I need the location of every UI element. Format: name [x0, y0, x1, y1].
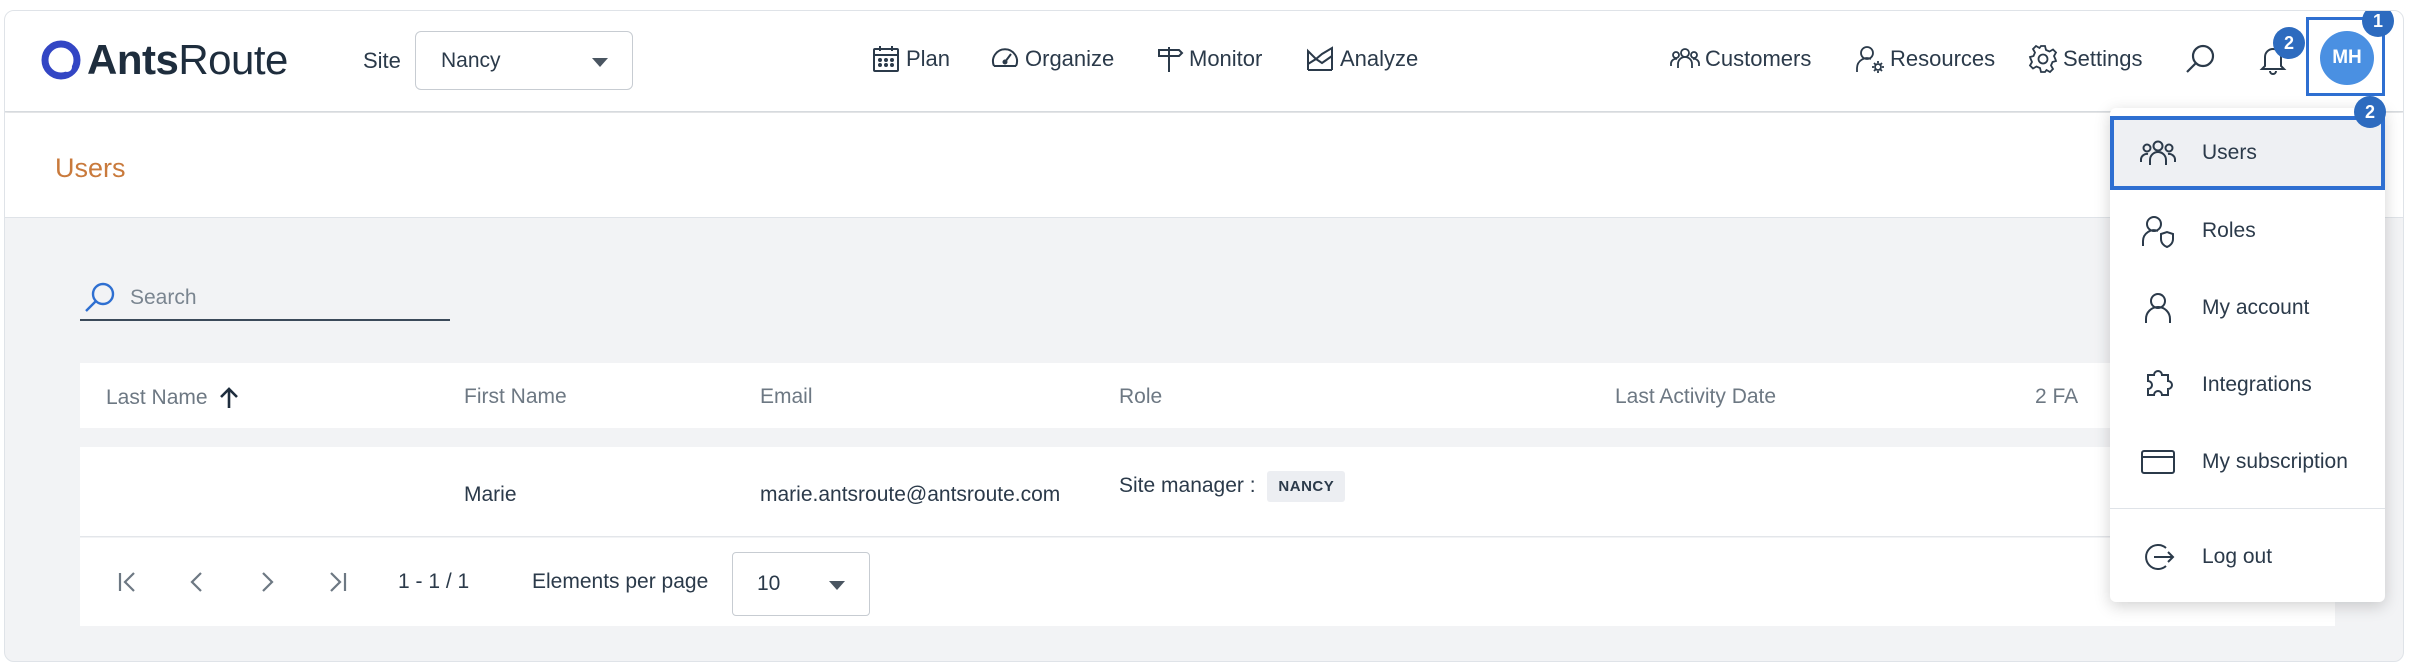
chart-icon [1307, 46, 1333, 71]
users-icon [2140, 140, 2176, 165]
site-selected-value: Nancy [441, 48, 501, 72]
menu-item-my-account-label: My account [2202, 296, 2310, 319]
cell-first-name: Marie [464, 483, 517, 506]
column-role[interactable]: Role [1119, 385, 1162, 409]
site-label: Site [363, 48, 401, 73]
page-title: Users [55, 153, 126, 183]
nav-plan-label: Plan [906, 46, 951, 71]
account-icon [2145, 293, 2171, 323]
menu-item-roles[interactable]: Roles [2110, 194, 2385, 268]
menu-item-integrations[interactable]: Integrations [2110, 348, 2385, 422]
antsroute-logo[interactable]: AntsRoute [41, 35, 288, 85]
nav-customers-label: Customers [1705, 46, 1812, 71]
signpost-icon [1158, 47, 1184, 72]
arrow-up-icon [219, 387, 238, 408]
subscription-icon [2141, 450, 2175, 474]
gauge-icon [992, 48, 1018, 67]
notification-count-badge: 2 [2273, 27, 2305, 59]
chevron-down-icon [829, 581, 845, 590]
search-input[interactable] [130, 286, 430, 310]
cell-role: Site manager : NANCY [1119, 471, 1346, 502]
menu-divider [2110, 508, 2385, 509]
previous-page-button[interactable] [179, 564, 215, 600]
nav-monitor[interactable]: Monitor [1154, 41, 1262, 77]
integrations-icon [2147, 370, 2173, 396]
site-select[interactable]: Nancy [415, 31, 633, 90]
roles-icon [2142, 216, 2174, 249]
role-site-chip: NANCY [1267, 471, 1346, 502]
table-header: Last Name First Name Email Role Last Act… [80, 363, 2335, 428]
menu-item-users[interactable]: Users [2110, 116, 2385, 190]
table-row[interactable]: Marie marie.antsroute@antsroute.com Site… [80, 447, 2335, 537]
user-menu: Users Roles My account Integrations My s… [2110, 108, 2385, 602]
logout-icon [2145, 544, 2175, 570]
calendar-icon [873, 46, 899, 72]
search-button[interactable] [2183, 41, 2219, 77]
per-page-label: Elements per page [532, 570, 709, 593]
per-page-select[interactable]: 10 [732, 552, 870, 616]
users-search[interactable] [80, 277, 450, 321]
customers-icon [1670, 48, 1700, 68]
column-last-activity[interactable]: Last Activity Date [1615, 385, 1776, 409]
pagination: 1 - 1 / 1 Elements per page 10 [80, 538, 2335, 626]
per-page-value: 10 [757, 572, 781, 595]
app-frame: AntsRoute Site Nancy Plan Organize Monit… [4, 10, 2404, 662]
chevron-right-icon [262, 572, 274, 592]
nav-organize-label: Organize [1025, 46, 1115, 71]
menu-item-my-subscription[interactable]: My subscription [2110, 425, 2385, 499]
search-icon [2186, 44, 2215, 73]
nav-analyze[interactable]: Analyze [1305, 41, 1418, 77]
chevron-left-icon [190, 572, 202, 592]
column-email[interactable]: Email [760, 385, 813, 409]
page-header: Users [5, 113, 2403, 218]
column-2fa[interactable]: 2 FA [2035, 385, 2078, 409]
first-page-button[interactable] [110, 564, 146, 600]
gear-icon [2028, 44, 2058, 74]
nav-plan[interactable]: Plan [871, 41, 950, 77]
nav-settings-label: Settings [2063, 46, 2143, 71]
nav-resources[interactable]: Resources [1855, 41, 1995, 77]
search-icon [85, 282, 115, 312]
logo-text: AntsRoute [87, 36, 288, 83]
role-name: Site manager : [1119, 474, 1256, 498]
step-marker-avatar: 1 [2362, 11, 2394, 37]
menu-item-my-subscription-label: My subscription [2202, 450, 2348, 473]
nav-monitor-label: Monitor [1189, 46, 1263, 71]
menu-item-roles-label: Roles [2202, 219, 2256, 242]
last-page-button[interactable] [319, 564, 355, 600]
next-page-button[interactable] [249, 564, 285, 600]
resources-icon [1856, 46, 1884, 73]
chevron-down-icon [592, 58, 608, 67]
menu-item-my-account[interactable]: My account [2110, 271, 2385, 345]
logo-mark-icon [41, 40, 81, 80]
column-first-name[interactable]: First Name [464, 385, 567, 409]
top-bar: AntsRoute Site Nancy Plan Organize Monit… [5, 11, 2403, 112]
nav-organize[interactable]: Organize [990, 41, 1114, 77]
step-marker-users: 2 [2354, 96, 2386, 128]
menu-item-users-label: Users [2202, 141, 2257, 164]
menu-item-log-out-label: Log out [2202, 545, 2273, 568]
nav-settings[interactable]: Settings [2028, 41, 2143, 77]
last-page-icon [330, 572, 347, 592]
first-page-icon [118, 572, 135, 592]
user-avatar-button[interactable]: MH [2320, 31, 2374, 85]
column-last-name-label: Last Name [106, 386, 208, 409]
nav-resources-label: Resources [1890, 46, 1996, 71]
cell-email: marie.antsroute@antsroute.com [760, 483, 1061, 506]
menu-item-log-out[interactable]: Log out [2110, 520, 2385, 594]
page-range: 1 - 1 / 1 [398, 570, 470, 593]
column-last-name[interactable]: Last Name [106, 385, 242, 411]
nav-customers[interactable]: Customers [1670, 41, 1811, 77]
menu-item-integrations-label: Integrations [2202, 373, 2312, 396]
nav-analyze-label: Analyze [1340, 46, 1419, 71]
